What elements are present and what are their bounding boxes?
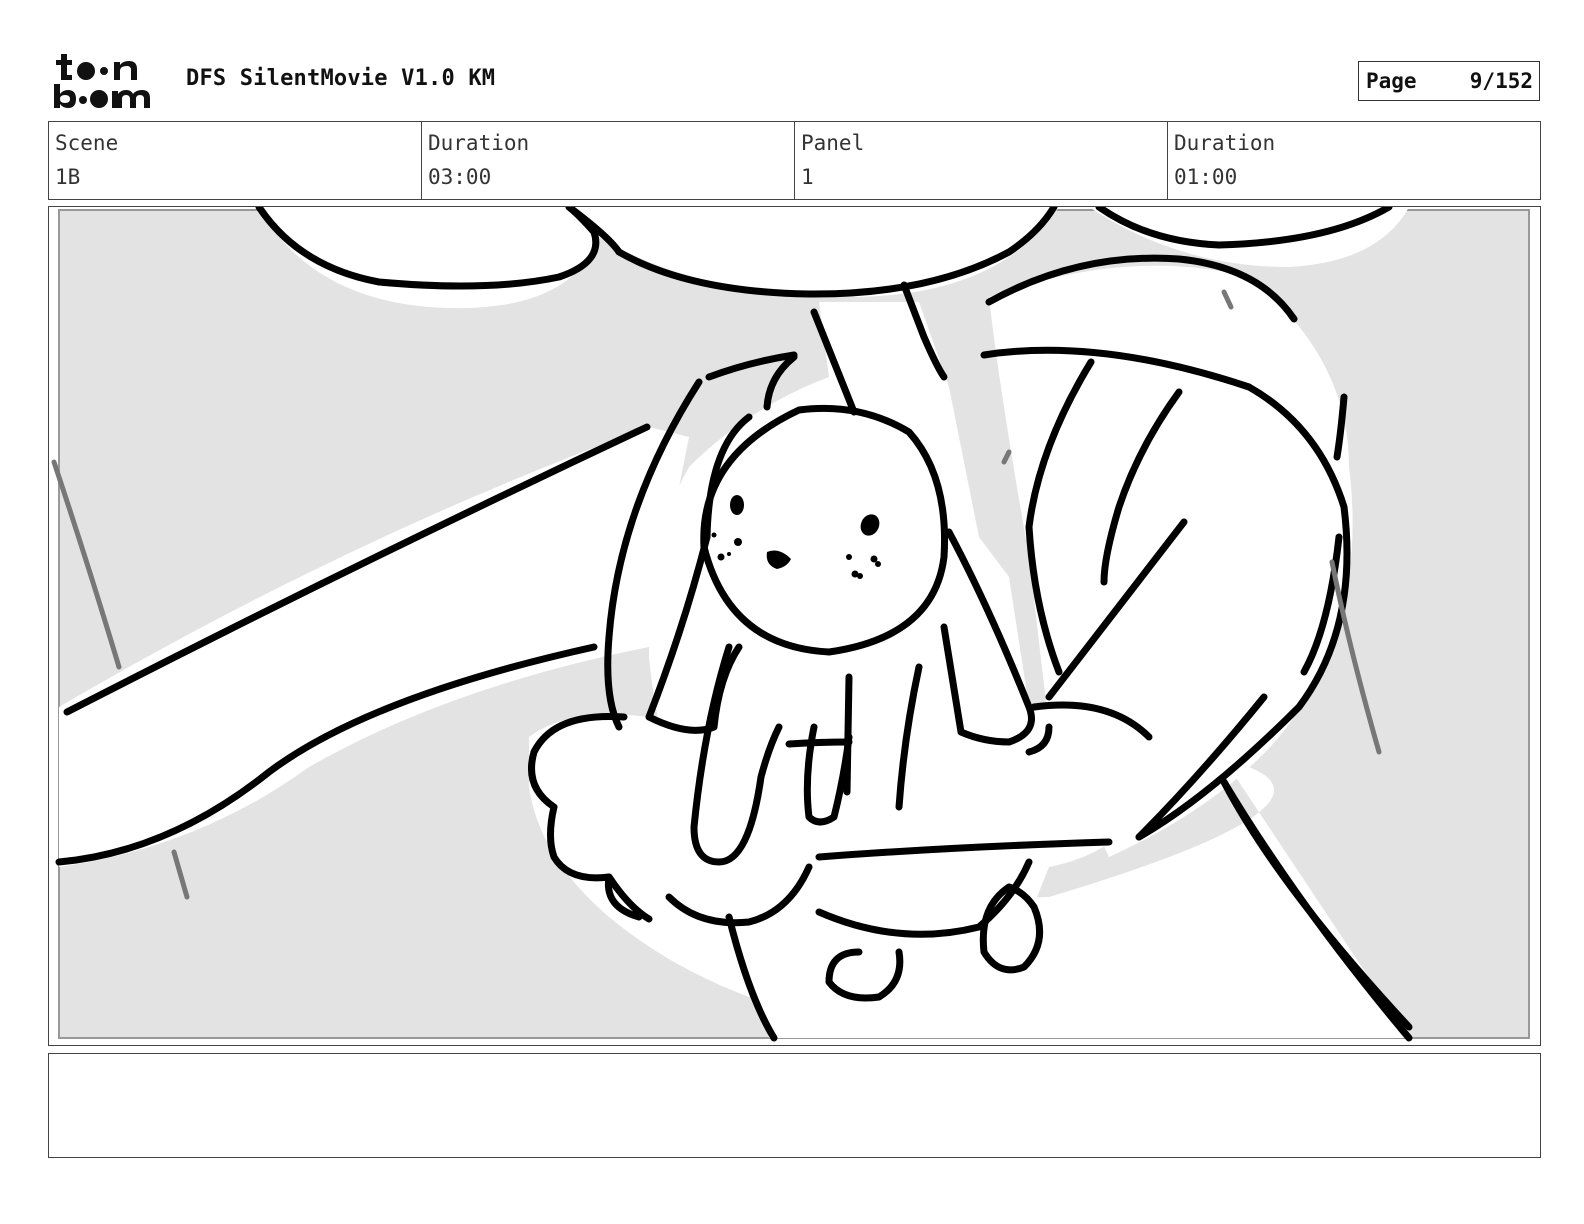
panel-duration-label: Duration — [1174, 131, 1276, 155]
scene-duration-value: 03:00 — [428, 165, 492, 189]
panel-value: 1 — [801, 165, 814, 189]
storyboard-sketch — [51, 207, 1530, 1042]
panel-duration-cell: Duration 01:00 — [1168, 122, 1540, 199]
toon-boom-logo-mark — [54, 54, 150, 108]
scene-duration-cell: Duration 03:00 — [422, 122, 795, 199]
page-value: 9/152 — [1469, 69, 1533, 93]
scene-label: Scene — [55, 131, 119, 155]
scene-value: 1B — [55, 165, 81, 189]
bunny-left-eye — [730, 495, 744, 515]
scene-duration-label: Duration — [428, 131, 530, 155]
panel-cell: Panel 1 — [795, 122, 1168, 199]
panel-notes-box[interactable] — [48, 1053, 1541, 1158]
scene-cell: Scene 1B — [49, 122, 422, 199]
storyboard-panel — [48, 206, 1541, 1046]
panel-info-table: Scene 1B Duration 03:00 Panel 1 Duration… — [48, 121, 1541, 200]
document-title: DFS SilentMovie V1.0 KM — [186, 66, 496, 91]
panel-label: Panel — [801, 131, 865, 155]
panel-duration-value: 01:00 — [1174, 165, 1238, 189]
page-label: Page — [1366, 69, 1417, 93]
toon-boom-logo — [52, 50, 164, 112]
page-indicator: Page 9/152 — [1358, 61, 1540, 101]
